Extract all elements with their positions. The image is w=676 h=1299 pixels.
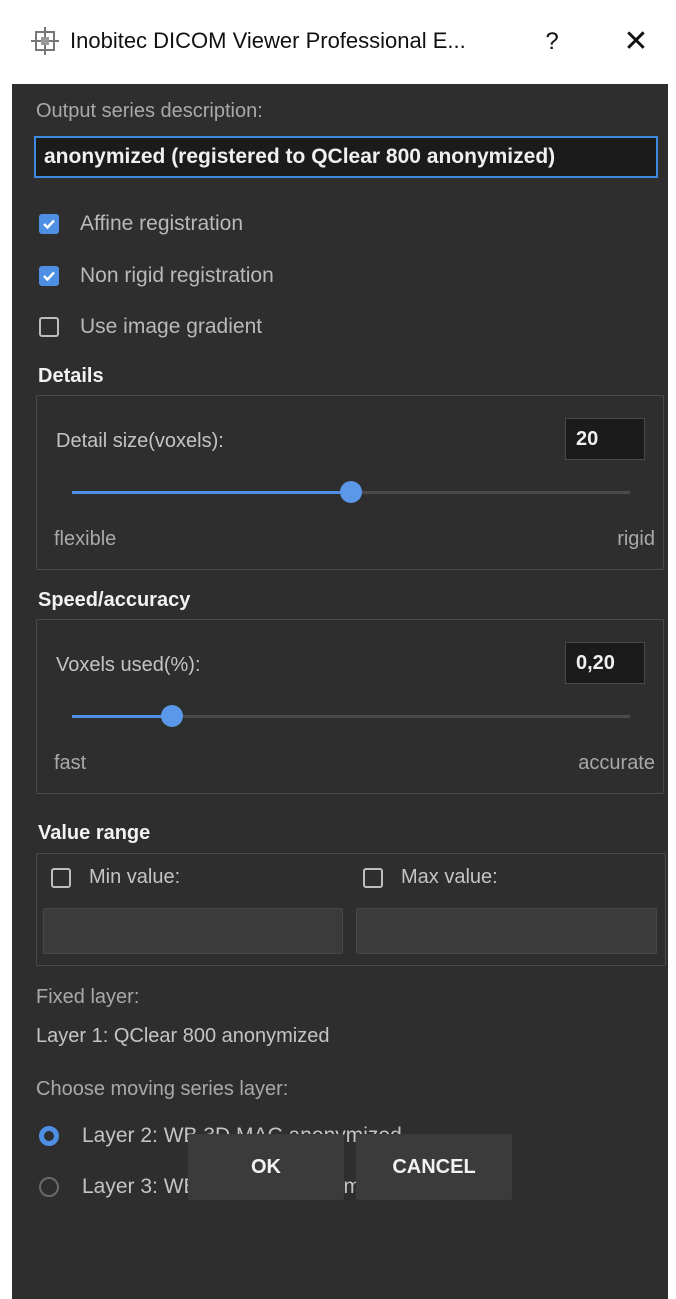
non-rigid-registration-label: Non rigid registration	[80, 264, 274, 287]
voxels-used-label: Voxels used(%):	[56, 654, 201, 676]
voxels-used-input[interactable]: 0,20	[565, 642, 645, 684]
rigid-label: rigid	[617, 528, 655, 550]
max-value-checkbox[interactable]	[363, 868, 383, 888]
dialog-content: Output series description: anonymized (r…	[12, 84, 668, 1299]
checkmark-icon	[43, 219, 55, 230]
non-rigid-registration-checkbox[interactable]	[39, 266, 59, 286]
fixed-layer-label: Fixed layer:	[36, 986, 140, 1008]
accurate-label: accurate	[578, 752, 655, 774]
speed-accuracy-section-title: Speed/accuracy	[38, 589, 191, 611]
checkmark-icon	[43, 271, 55, 282]
voxels-used-slider[interactable]	[72, 705, 630, 727]
moving-layer-radio-2[interactable]	[39, 1177, 59, 1197]
cancel-button[interactable]: CANCEL	[356, 1134, 512, 1200]
choose-moving-layer-label: Choose moving series layer:	[36, 1078, 289, 1100]
details-group: Detail size(voxels): 20 flexible rigid	[36, 395, 664, 570]
slider-handle[interactable]	[161, 705, 184, 727]
max-value-label: Max value:	[401, 866, 498, 888]
min-value-checkbox[interactable]	[51, 868, 71, 888]
dialog-window: Inobitec DICOM Viewer Professional E... …	[12, 0, 668, 1299]
output-description-label: Output series description:	[36, 100, 263, 122]
inobitec-app-icon	[30, 26, 60, 56]
detail-size-slider[interactable]	[72, 481, 630, 503]
value-range-section-title: Value range	[38, 822, 151, 844]
max-value-input[interactable]	[356, 908, 657, 954]
flexible-label: flexible	[54, 528, 117, 550]
use-image-gradient-label: Use image gradient	[80, 315, 263, 338]
title-bar: Inobitec DICOM Viewer Professional E... …	[12, 0, 668, 84]
min-value-input[interactable]	[43, 908, 343, 954]
details-section-title: Details	[38, 365, 104, 387]
slider-fill	[72, 491, 351, 494]
slider-fill	[72, 715, 173, 718]
use-image-gradient-checkbox[interactable]	[39, 317, 59, 337]
fast-label: fast	[54, 752, 87, 774]
value-range-group: Min value: Max value:	[36, 853, 666, 966]
min-value-label: Min value:	[89, 866, 181, 888]
affine-registration-label: Affine registration	[80, 212, 244, 235]
affine-registration-checkbox[interactable]	[39, 214, 59, 234]
ok-button[interactable]: OK	[188, 1134, 344, 1200]
help-button[interactable]: ?	[532, 22, 572, 62]
close-button[interactable]: ✕	[616, 22, 656, 62]
detail-size-input[interactable]: 20	[565, 418, 645, 460]
fixed-layer-value: Layer 1: QClear 800 anonymized	[36, 1025, 330, 1047]
moving-layer-radio-1[interactable]	[39, 1126, 59, 1146]
speed-accuracy-group: Voxels used(%): 0,20 fast accurate	[36, 619, 664, 794]
window-title: Inobitec DICOM Viewer Professional E...	[70, 28, 466, 53]
output-description-input[interactable]: anonymized (registered to QClear 800 ano…	[34, 136, 658, 178]
slider-handle[interactable]	[340, 481, 362, 503]
detail-size-label: Detail size(voxels):	[56, 430, 224, 452]
